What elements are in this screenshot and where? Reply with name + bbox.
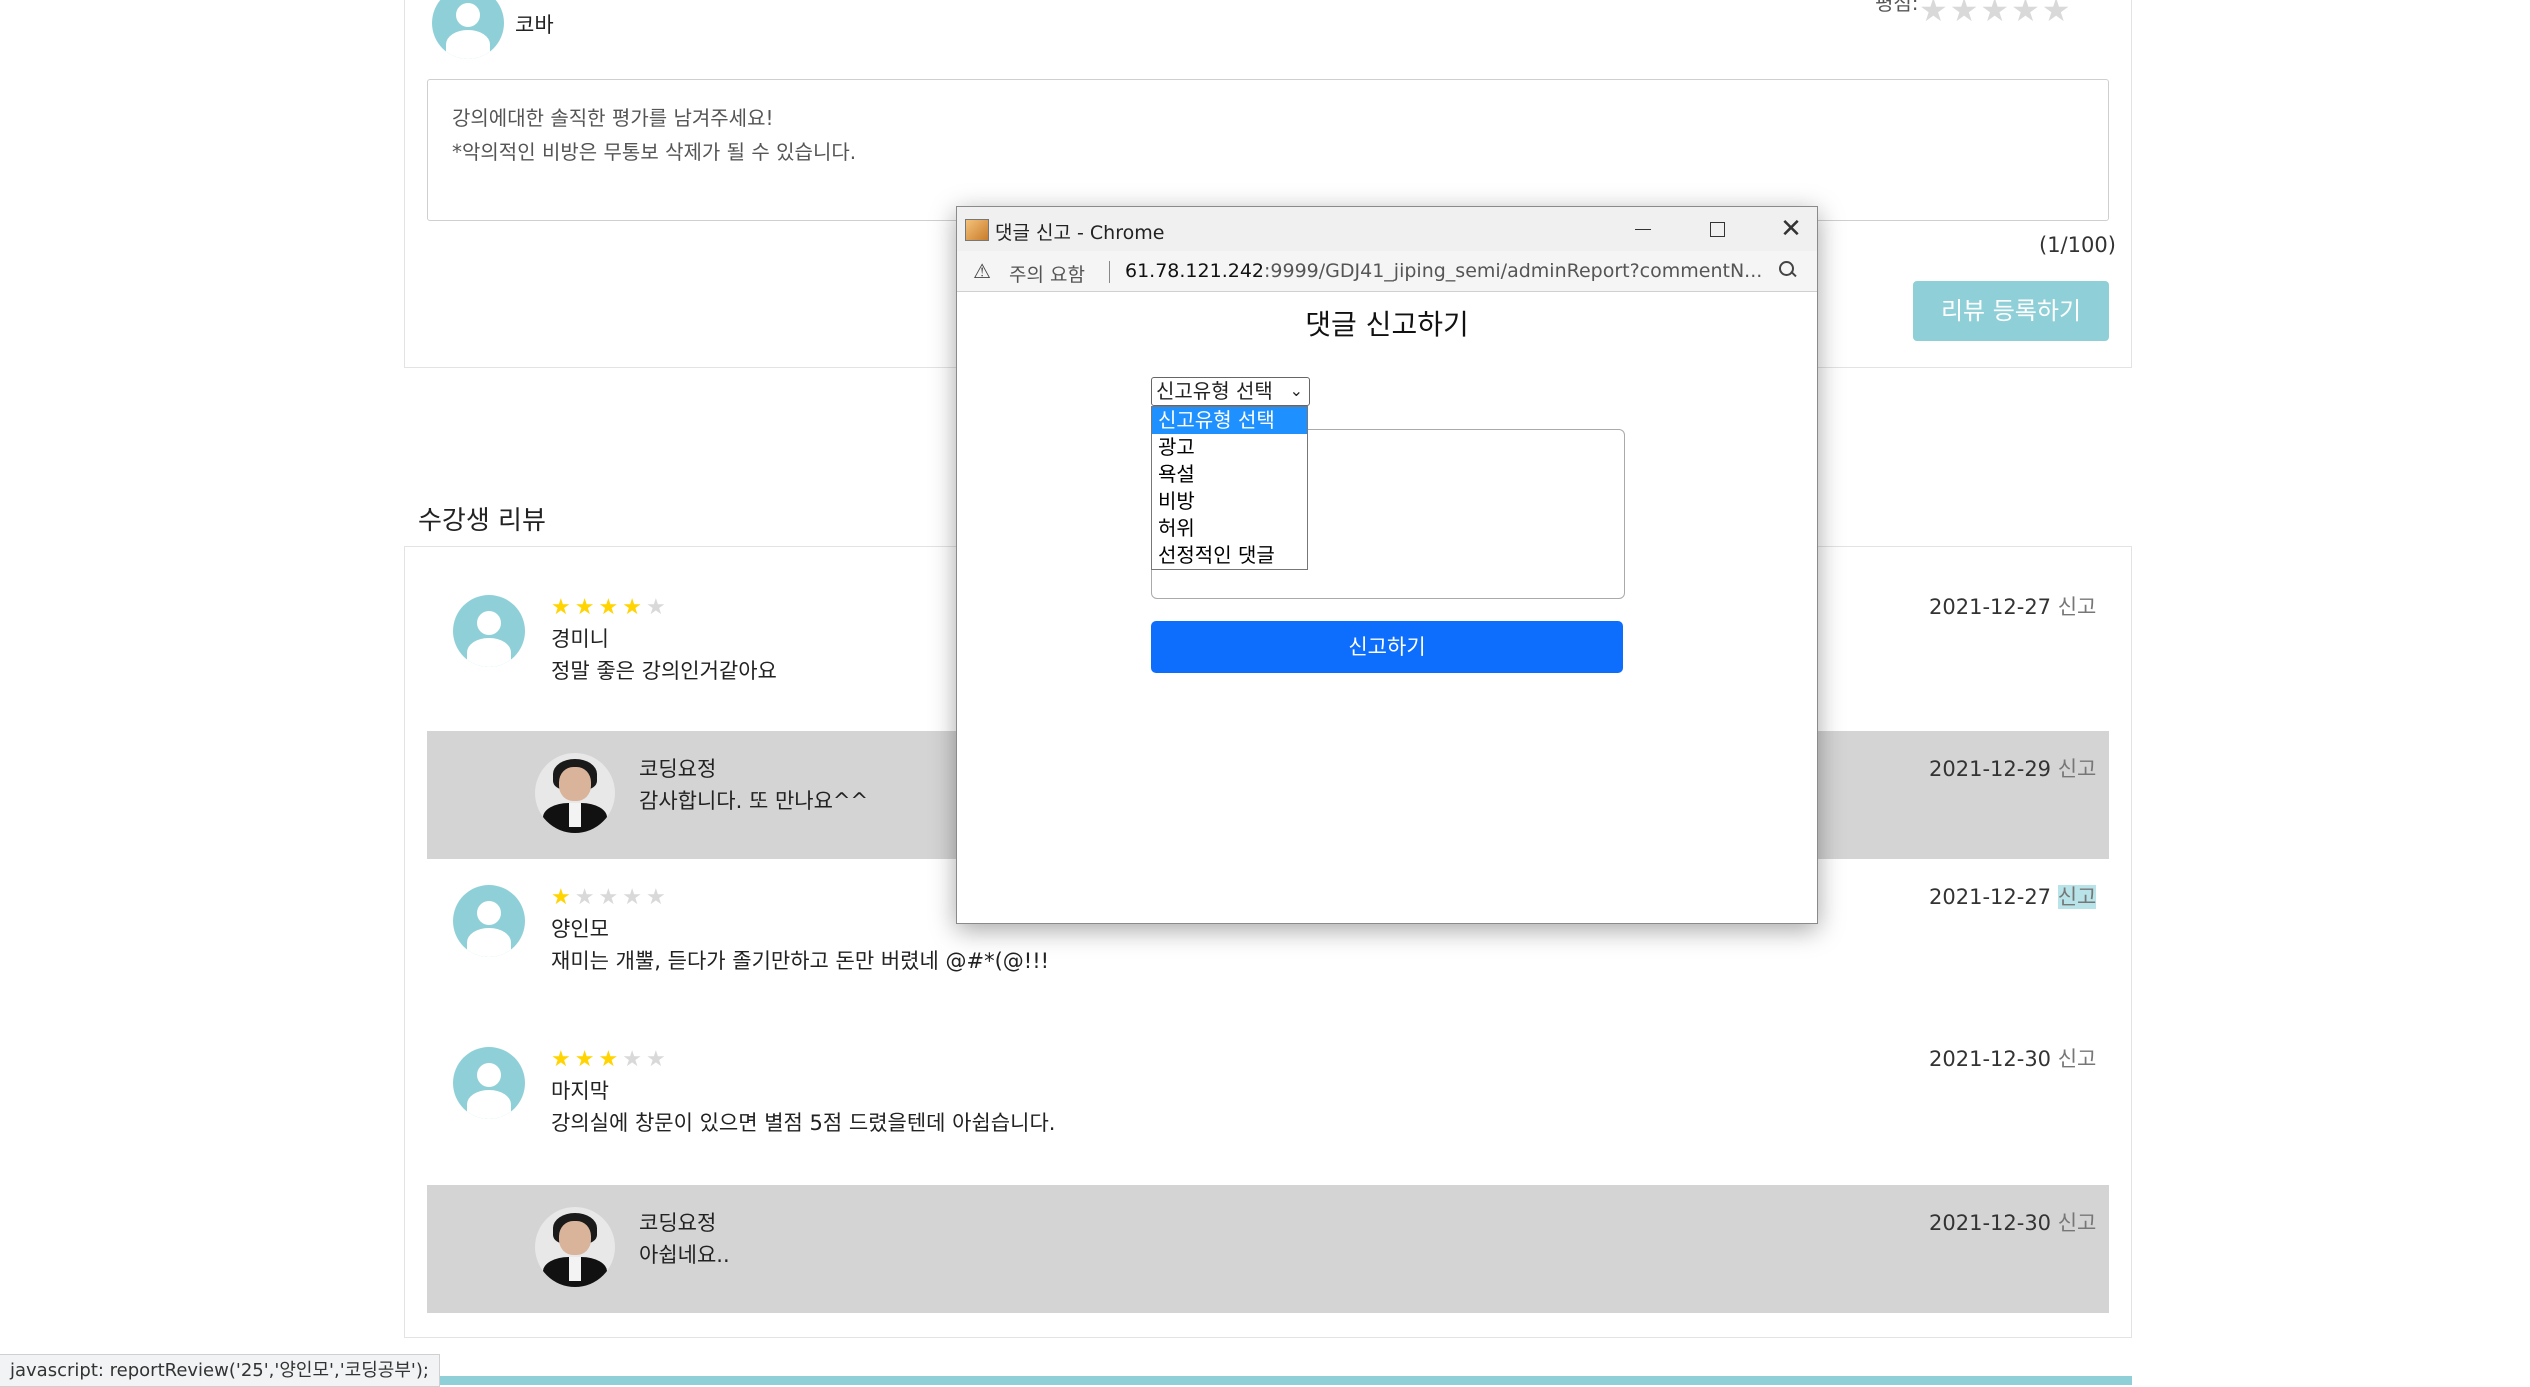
review-meta: 2021-12-30 신고 xyxy=(1929,1043,2096,1073)
reply-author-name: 코딩요정 xyxy=(639,1211,717,1235)
chevron-down-icon: ⌄ xyxy=(1289,381,1303,400)
review-meta: 2021-12-27 신고 xyxy=(1929,591,2096,621)
reviewer-avatar-icon xyxy=(453,1047,525,1119)
option-default[interactable]: 신고유형 선택 xyxy=(1152,407,1307,434)
footer-accent-bar xyxy=(404,1376,2132,1385)
option-obscene[interactable]: 선정적인 댓글 xyxy=(1152,542,1307,569)
user-avatar-icon xyxy=(432,0,504,59)
popup-window-title: 댓글 신고 - Chrome xyxy=(995,222,1165,244)
reviewer-avatar-icon xyxy=(453,885,525,957)
popup-titlebar[interactable]: 댓글 신고 - Chrome ✕ xyxy=(957,207,1817,251)
reviewer-name: 경미니 xyxy=(551,627,609,651)
report-link[interactable]: 신고 xyxy=(2058,1047,2097,1071)
report-link[interactable]: 신고 xyxy=(2058,595,2097,619)
submit-review-button[interactable]: 리뷰 등록하기 xyxy=(1913,281,2109,341)
reply-meta: 2021-12-30 신고 xyxy=(1929,1207,2096,1237)
report-type-select[interactable]: 신고유형 선택 ⌄ xyxy=(1151,377,1310,406)
warning-icon: ⚠ xyxy=(973,259,991,283)
rating-stars-input[interactable]: ★★★★★ xyxy=(1919,0,2072,29)
reply-date: 2021-12-29 xyxy=(1929,757,2052,781)
browser-status-bar: javascript: reportReview('25','양인모','코딩공… xyxy=(0,1354,440,1387)
star-rating: ★ ★ ★ ★ ★ xyxy=(551,885,666,910)
report-popup-window: 댓글 신고 - Chrome ✕ ⚠ 주의 요함 61.78.121.242:9… xyxy=(956,206,1818,924)
option-false[interactable]: 허위 xyxy=(1152,515,1307,542)
star-rating: ★ ★ ★ ★ ★ xyxy=(551,595,666,620)
security-label: 주의 요함 xyxy=(1009,264,1085,286)
reply-text: 아쉽네요.. xyxy=(639,1243,730,1267)
reply-row: 코딩요정 아쉽네요.. 2021-12-30 신고 xyxy=(427,1185,2109,1313)
review-text: 재미는 개뿔, 듣다가 졸기만하고 돈만 버렸네 @#*(@!!! xyxy=(551,949,1050,973)
select-value: 신고유형 선택 xyxy=(1156,379,1273,403)
review-meta: 2021-12-27 신고 xyxy=(1929,881,2097,911)
submit-report-button[interactable]: 신고하기 xyxy=(1151,621,1623,673)
textarea-placeholder-1: 강의에대한 솔직한 평가를 남겨주세요! xyxy=(452,106,774,130)
option-abuse[interactable]: 욕설 xyxy=(1152,461,1307,488)
char-count: (1/100) xyxy=(2039,233,2116,257)
popup-heading: 댓글 신고하기 xyxy=(1305,308,1469,341)
report-type-dropdown[interactable]: 신고유형 선택 광고 욕설 비방 허위 선정적인 댓글 xyxy=(1151,406,1308,570)
report-link[interactable]: 신고 xyxy=(2058,757,2097,781)
reply-text: 감사합니다. 또 만나요^^ xyxy=(639,789,869,813)
popup-address-bar[interactable]: ⚠ 주의 요함 61.78.121.242:9999/GDJ41_jiping_… xyxy=(957,251,1817,292)
option-slander[interactable]: 비방 xyxy=(1152,488,1307,515)
url-host: 61.78.121.242 xyxy=(1125,260,1265,282)
review-textarea[interactable]: 강의에대한 솔직한 평가를 남겨주세요! *악의적인 비방은 무통보 삭제가 될… xyxy=(427,79,2109,221)
review-date: 2021-12-27 xyxy=(1929,595,2052,619)
review-text: 정말 좋은 강의인거같아요 xyxy=(551,659,777,683)
review-text: 강의실에 창문이 있으면 별점 5점 드렸을텐데 아쉽습니다. xyxy=(551,1111,1056,1135)
close-icon[interactable]: ✕ xyxy=(1777,215,1805,243)
url-text: 61.78.121.242:9999/GDJ41_jiping_semi/adm… xyxy=(1125,260,1762,282)
review-date: 2021-12-27 xyxy=(1929,885,2052,909)
reviews-section-title: 수강생 리뷰 xyxy=(418,506,546,536)
rating-label: 평점: xyxy=(1875,0,1919,15)
zoom-icon[interactable] xyxy=(1777,259,1797,279)
reviewer-avatar-icon xyxy=(453,595,525,667)
option-ad[interactable]: 광고 xyxy=(1152,434,1307,461)
separator xyxy=(1109,261,1110,283)
maximize-icon[interactable] xyxy=(1705,217,1729,241)
page-favicon-icon xyxy=(965,219,989,241)
textarea-placeholder-2: *악의적인 비방은 무통보 삭제가 될 수 있습니다. xyxy=(452,140,857,164)
review-date: 2021-12-30 xyxy=(1929,1047,2052,1071)
reviewer-name: 양인모 xyxy=(551,917,609,941)
instructor-avatar xyxy=(535,753,615,833)
reply-meta: 2021-12-29 신고 xyxy=(1929,753,2096,783)
report-link-hovered[interactable]: 신고 xyxy=(2057,885,2097,909)
report-link[interactable]: 신고 xyxy=(2058,1211,2097,1235)
reviewer-name: 마지막 xyxy=(551,1079,609,1103)
reply-date: 2021-12-30 xyxy=(1929,1211,2052,1235)
instructor-avatar xyxy=(535,1207,615,1287)
current-user-name: 코바 xyxy=(515,13,554,37)
star-rating: ★ ★ ★ ★ ★ xyxy=(551,1047,666,1072)
minimize-icon[interactable] xyxy=(1631,217,1655,241)
reply-author-name: 코딩요정 xyxy=(639,757,717,781)
url-path: :9999/GDJ41_jiping_semi/adminReport?comm… xyxy=(1264,260,1763,282)
